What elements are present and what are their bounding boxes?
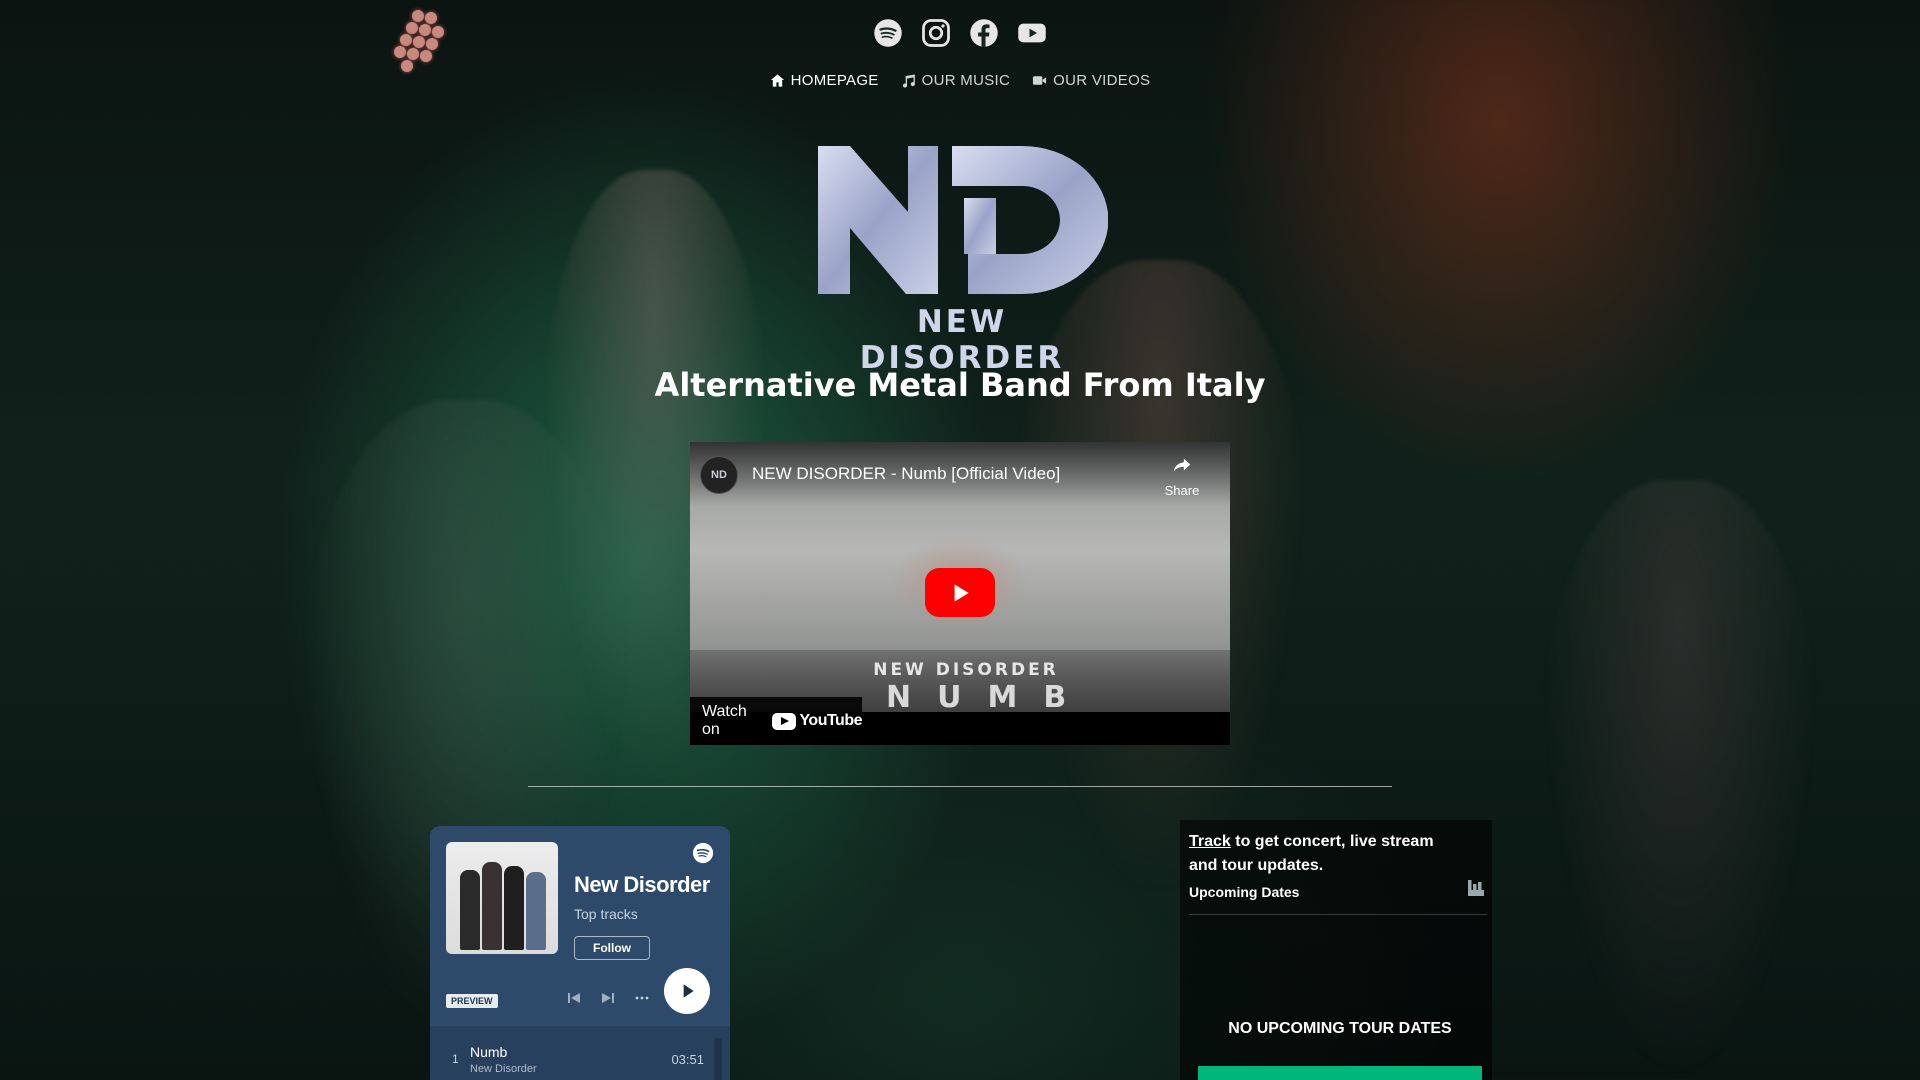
youtube-icon[interactable] [1017,18,1047,48]
play-icon [683,984,694,998]
main-nav: HOMEPAGE OUR MUSIC OUR VIDEOS [0,72,1920,89]
youtube-embed[interactable]: ND NEW DISORDER - Numb [Official Video] … [690,442,1230,745]
play-button[interactable] [925,568,995,617]
social-links [0,18,1920,48]
nav-item-label: OUR VIDEOS [1053,72,1151,89]
nav-item-homepage[interactable]: HOMEPAGE [770,72,879,89]
band-logo[interactable]: NEW DISORDER [812,138,1112,376]
track-artist: New Disorder [470,1063,537,1075]
notify-me-button[interactable] [1198,1066,1482,1080]
track-list: 1 Numb New Disorder 03:51 [430,1026,730,1080]
nd-logo-mark [818,146,1108,294]
band-member-figure [1540,480,1820,1080]
preview-badge: PREVIEW [446,994,498,1008]
track-number: 1 [452,1052,459,1066]
bandsintown-logo-icon[interactable] [1466,878,1486,898]
spotify-icon[interactable] [873,18,903,48]
section-divider [528,786,1392,787]
youtube-logo-icon: YouTube [772,712,862,730]
video-title[interactable]: NEW DISORDER - Numb [Official Video] [752,464,1060,484]
channel-avatar[interactable]: ND [700,456,738,494]
video-camera-icon [1033,76,1047,85]
watch-on-youtube-link[interactable]: Watch on YouTube [690,697,862,745]
music-note-icon [902,74,915,88]
overlay-song-name: NUMB [886,680,1093,715]
nav-item-label: HOMEPAGE [790,72,879,89]
nav-item-our-music[interactable]: OUR MUSIC [901,72,1011,89]
next-track-icon[interactable] [598,988,618,1008]
share-label: Share [1164,483,1200,498]
artist-cover-image[interactable] [446,842,558,954]
track-list-scrollbar[interactable] [714,1038,722,1080]
spotify-play-button[interactable] [664,968,710,1014]
play-icon [954,583,969,602]
more-options-icon[interactable] [632,988,652,1008]
share-button[interactable]: Share [1162,454,1202,498]
spotify-widget: New Disorder Top tracks Follow PREVIEW 1… [430,826,730,1080]
page-tagline: Alternative Metal Band From Italy [654,366,1266,404]
home-icon [770,74,784,87]
track-row[interactable]: 1 Numb New Disorder 03:51 [430,1038,720,1078]
follow-button[interactable]: Follow [574,936,650,960]
widget-divider [1189,914,1487,915]
previous-track-icon[interactable] [564,988,584,1008]
track-duration: 03:51 [671,1052,704,1067]
nav-item-our-videos[interactable]: OUR VIDEOS [1032,72,1150,89]
video-overlay-text: NEW DISORDER NUMB [866,660,1066,715]
track-artist-link[interactable]: Track [1189,833,1231,850]
track-title: Numb [470,1044,508,1060]
spotify-logo-icon[interactable] [692,842,714,864]
instagram-icon[interactable] [921,18,951,48]
facebook-icon[interactable] [969,18,999,48]
track-message: Track to get concert, live stream and to… [1189,833,1434,874]
tour-dates-widget: Track to get concert, live stream and to… [1180,820,1492,1080]
nav-item-label: OUR MUSIC [921,72,1011,89]
upcoming-dates-heading: Upcoming Dates [1189,884,1300,900]
watch-on-label: Watch on [702,703,747,738]
artist-name[interactable]: New Disorder [574,872,714,898]
overlay-band-name: NEW DISORDER [873,660,1059,680]
playback-controls [564,988,652,1008]
no-tour-dates-message: NO UPCOMING TOUR DATES [1228,1020,1452,1037]
share-arrow-icon [1173,458,1191,472]
widget-subtitle: Top tracks [574,906,638,922]
